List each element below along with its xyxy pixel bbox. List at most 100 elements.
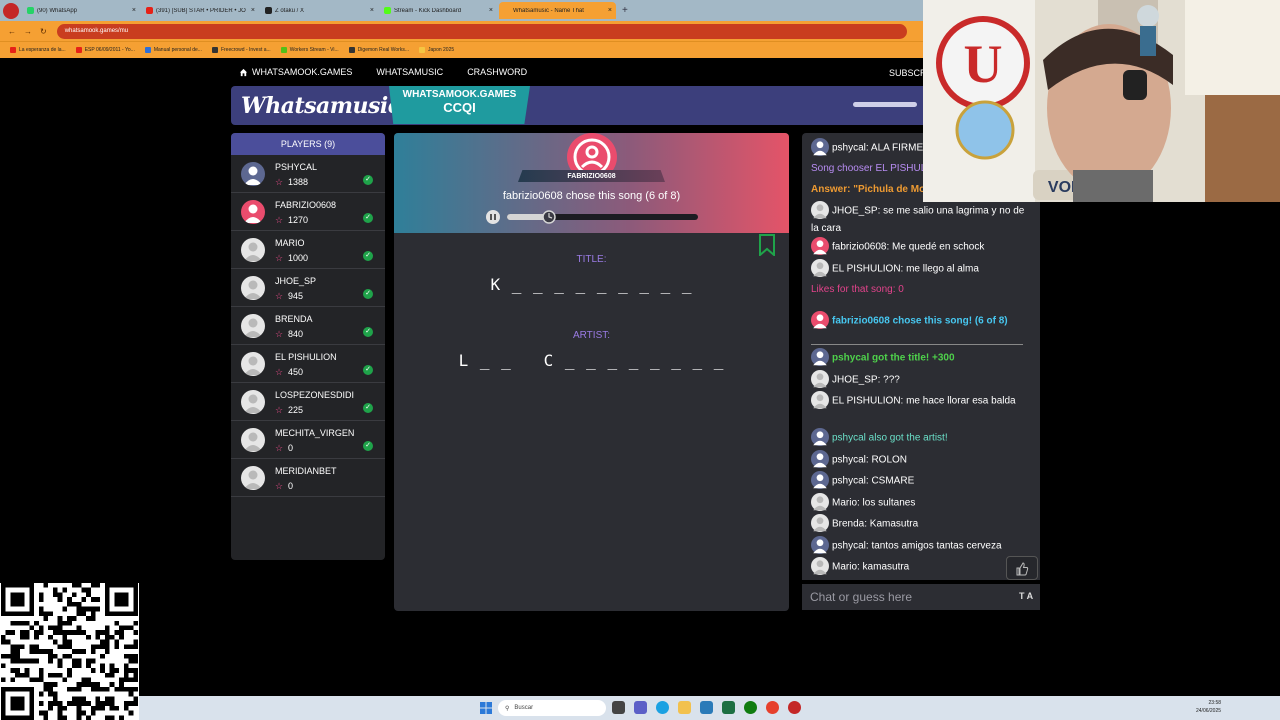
player-row[interactable]: LOSPEZONESDIDI ☆ 225 ✓ bbox=[231, 383, 385, 421]
opera-icon[interactable] bbox=[788, 701, 801, 714]
star-icon: ☆ bbox=[275, 481, 284, 491]
player-row[interactable]: BRENDA ☆ 840 ✓ bbox=[231, 307, 385, 345]
chat-message: Likes for that song: 0 bbox=[811, 281, 1029, 298]
player-row[interactable]: EL PISHULION ☆ 450 ✓ bbox=[231, 345, 385, 383]
player-avatar bbox=[241, 352, 265, 376]
tab-close-icon[interactable]: × bbox=[489, 7, 493, 14]
reload-icon[interactable]: ↻ bbox=[40, 27, 47, 36]
nav-subscribe-link[interactable]: SUBSCR bbox=[889, 68, 927, 78]
artist-label: ARTIST: bbox=[572, 330, 611, 341]
chat-input[interactable] bbox=[810, 588, 1010, 606]
online-check-icon: ✓ bbox=[363, 365, 373, 375]
pause-button[interactable] bbox=[486, 210, 500, 224]
nav-home-link[interactable]: WHATSAMOOK.GAMES bbox=[239, 67, 352, 77]
player-row[interactable]: MARIO ☆ 1000 ✓ bbox=[231, 231, 385, 269]
bookmark-favicon-icon bbox=[10, 47, 16, 53]
forward-icon[interactable]: → bbox=[24, 27, 32, 36]
store-icon[interactable] bbox=[700, 701, 713, 714]
chrome-icon[interactable] bbox=[766, 701, 779, 714]
chat-divider bbox=[811, 344, 1023, 345]
tab-close-icon[interactable]: × bbox=[132, 7, 136, 14]
star-icon: ☆ bbox=[275, 253, 284, 263]
room-code: CCQI bbox=[443, 100, 476, 115]
url-field[interactable]: whatsamook.games/mu bbox=[56, 23, 907, 39]
player-row[interactable]: MECHITA_VIRGEN ☆ 0 ✓ bbox=[231, 421, 385, 459]
bookmark-item[interactable]: ESP 06/09/2011 - Yo... bbox=[75, 47, 135, 53]
nav-whatsamusic-link[interactable]: WHATSAMUSIC bbox=[376, 67, 443, 77]
chat-avatar bbox=[811, 348, 829, 366]
qr-code[interactable] bbox=[0, 583, 139, 720]
teams-icon[interactable] bbox=[634, 701, 647, 714]
player-row[interactable]: FABRIZIO0608 ☆ 1270 ✓ bbox=[231, 193, 385, 231]
browser-tab[interactable]: (90) WhatsApp × bbox=[23, 2, 140, 19]
home-icon bbox=[239, 68, 248, 76]
bookmark-item[interactable]: Workers Stream - Vi... bbox=[280, 47, 339, 53]
system-clock[interactable]: 23:58 24/06/2025 bbox=[1196, 699, 1221, 715]
player-row[interactable]: PSHYCAL ☆ 1388 ✓ bbox=[231, 155, 385, 193]
browser-tab[interactable]: Z otaku / X × bbox=[261, 2, 378, 19]
bookmark-item[interactable]: Digemon Real Works... bbox=[348, 47, 409, 53]
tabs-container: (90) WhatsApp × (391) [SUB] STAR • PRIDER … bbox=[23, 2, 618, 19]
players-list: PSHYCAL ☆ 1388 ✓ FABRIZIO0608 ☆ 1270 ✓ MARIO ☆ 100… bbox=[231, 155, 385, 497]
url-text: whatsamook.games/mu bbox=[64, 28, 129, 34]
bookmark-label: Workers Stream - Vi... bbox=[289, 47, 339, 53]
new-tab-button[interactable]: + bbox=[622, 5, 628, 16]
title-blanks: K _ _ _ _ _ _ _ _ _ bbox=[490, 275, 693, 294]
chat-avatar bbox=[811, 514, 829, 532]
chat-avatar bbox=[811, 450, 829, 468]
bookmark-favicon-icon bbox=[211, 47, 218, 53]
tab-label: Whatsamusic - Name That bbox=[513, 7, 584, 14]
text-format-button[interactable]: T A bbox=[1019, 591, 1033, 601]
windows-start-icon[interactable] bbox=[480, 702, 492, 714]
chat-message: pshycal got the title! +300 bbox=[811, 348, 1029, 367]
bookmark-item[interactable]: La esperanza de la... bbox=[10, 47, 66, 53]
bookmark-item[interactable]: Japon 2025 bbox=[419, 47, 454, 53]
bookmark-favicon-icon bbox=[348, 47, 355, 53]
bookmark-label: Freecrowd - Invest a... bbox=[220, 47, 271, 53]
bookmark-label: Japon 2025 bbox=[428, 47, 455, 53]
browser-tab[interactable]: Whatsamusic - Name That × bbox=[499, 2, 616, 19]
bookmark-favicon-icon bbox=[280, 47, 287, 53]
player-row[interactable]: JHOE_SP ☆ 945 ✓ bbox=[231, 269, 385, 307]
online-check-icon: ✓ bbox=[363, 251, 373, 261]
bookmark-item[interactable]: Freecrowd - Invest a... bbox=[211, 47, 271, 53]
clock-time: 23:58 bbox=[1208, 700, 1222, 706]
edge-icon[interactable] bbox=[656, 701, 669, 714]
chat-avatar bbox=[811, 370, 829, 388]
file-explorer-icon[interactable] bbox=[612, 701, 625, 714]
excel-icon[interactable] bbox=[722, 701, 735, 714]
player-row[interactable]: MERIDIANBET ☆ 0 bbox=[231, 459, 385, 497]
chat-message-text: EL PISHULION: me hace llorar esa balda bbox=[832, 395, 1016, 407]
folder-icon[interactable] bbox=[678, 701, 691, 714]
tab-close-icon[interactable]: × bbox=[370, 7, 374, 14]
tab-close-icon[interactable]: × bbox=[251, 7, 255, 14]
players-panel: PLAYERS (9) PSHYCAL ☆ 1388 ✓ FABRIZIO0608 ☆ 12… bbox=[231, 133, 385, 560]
back-icon[interactable]: ← bbox=[8, 27, 16, 36]
thumbs-up-button[interactable] bbox=[1006, 556, 1038, 580]
volume-slider[interactable] bbox=[853, 102, 917, 107]
player-avatar bbox=[241, 390, 265, 414]
chat-message: fabrizio0608 chose this song! (6 of 8) bbox=[811, 311, 1029, 330]
player-score: 225 bbox=[288, 405, 304, 415]
player-score: 0 bbox=[288, 481, 294, 491]
nav-crashword-link[interactable]: CRASHWORD bbox=[467, 67, 527, 77]
chat-message-text: Likes for that song: 0 bbox=[811, 284, 904, 295]
browser-tab[interactable]: (391) [SUB] STAR • PRIDER • JO × bbox=[142, 2, 259, 19]
player-avatar bbox=[241, 200, 265, 224]
chat-avatar bbox=[811, 391, 829, 409]
player-avatar bbox=[241, 238, 265, 262]
tab-close-icon[interactable]: × bbox=[608, 7, 612, 14]
browser-tab[interactable]: Stream - Kick Dashboard × bbox=[380, 2, 497, 19]
chat-message-text: pshycal: ALA FIRME bbox=[832, 142, 924, 154]
star-icon: ☆ bbox=[275, 177, 284, 187]
bookmark-label: La esperanza de la... bbox=[19, 47, 66, 53]
webcam-scene: U VOLCOM bbox=[923, 0, 1280, 202]
taskbar-search[interactable]: ⚲ Buscar bbox=[498, 700, 606, 716]
chat-message: pshycal: CSMARE bbox=[811, 471, 1029, 490]
browser-profile-icon[interactable] bbox=[3, 2, 19, 19]
bookmark-icon[interactable] bbox=[758, 234, 776, 256]
bookmark-item[interactable]: Manual personal de... bbox=[144, 47, 202, 53]
online-check-icon: ✓ bbox=[363, 441, 373, 451]
artist-blanks: L _ _ C _ _ _ _ _ _ _ _ bbox=[458, 351, 725, 370]
xbox-icon[interactable] bbox=[744, 701, 757, 714]
